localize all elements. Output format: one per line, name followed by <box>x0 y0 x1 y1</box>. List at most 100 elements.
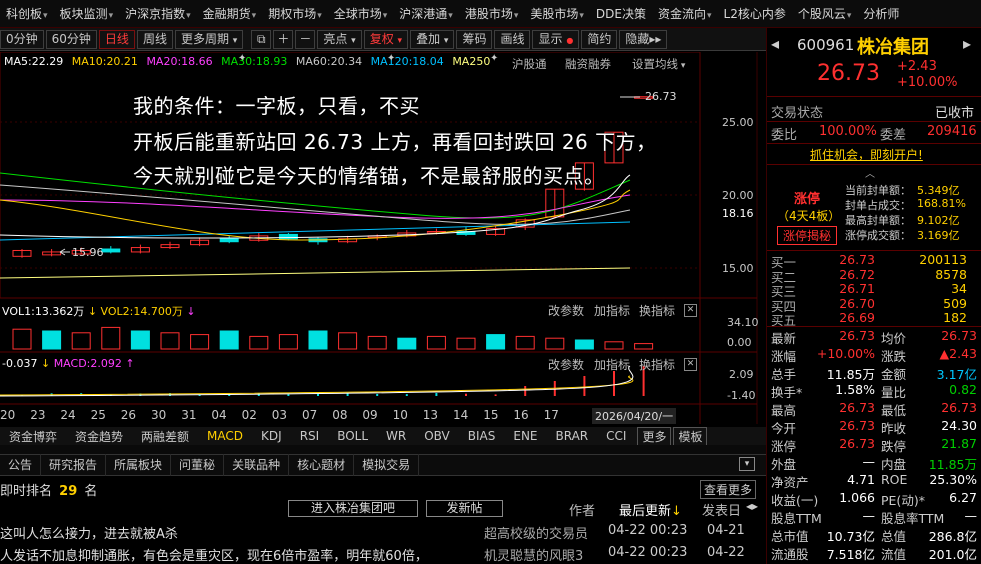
set-ma-label: 设置均线 <box>632 57 678 71</box>
ma20-value: MA20:18.66 <box>146 55 213 68</box>
indicator-tab[interactable]: WR <box>377 429 415 443</box>
limit-up-reveal-button[interactable]: 涨停揭秘 <box>777 226 837 245</box>
open-account-link[interactable]: 抓住机会，即刻开户! <box>810 146 923 163</box>
macd-switch-indicator-button[interactable]: 换指标 <box>639 356 675 373</box>
chevron-down-icon: ▾ <box>43 11 48 21</box>
top-menu-item[interactable]: 沪深京指数▾ <box>119 5 197 22</box>
indicator-tab[interactable]: 资金博弈 <box>0 428 66 445</box>
vol2-value: VOL2:14.700万 <box>100 305 183 318</box>
top-menu-item[interactable]: 美股市场▾ <box>524 5 590 22</box>
more-period-label: 更多周期 <box>180 31 229 46</box>
display-button[interactable]: 显示 ● <box>532 29 580 49</box>
zoom-out-icon[interactable]: － <box>295 29 316 49</box>
close-icon[interactable]: ✕ <box>684 304 697 317</box>
top-menu-item[interactable]: 金融期货▾ <box>197 5 263 22</box>
draw-line-button[interactable]: 画线 <box>494 29 531 49</box>
new-post-button[interactable]: 发新帖 <box>426 500 503 517</box>
zoom-in-icon[interactable]: ＋ <box>273 29 294 49</box>
hgt-link[interactable]: 沪股通 <box>512 56 547 72</box>
vol-add-indicator-button[interactable]: 加指标 <box>594 302 630 319</box>
top-menu-item[interactable]: DDE决策 <box>590 5 652 22</box>
indicator-tab[interactable]: BOLL <box>328 429 377 443</box>
collapse-icon[interactable]: ︿ <box>865 165 875 180</box>
bid-volume: 34 <box>951 281 967 296</box>
set-ma-link[interactable]: 设置均线 ▾ <box>632 56 685 72</box>
top-menu-item[interactable]: 分析师 <box>857 5 905 22</box>
dock-icon[interactable]: ▾ <box>739 457 755 471</box>
indicator-tab[interactable]: ENE <box>504 429 546 443</box>
high-price-mark: 26.73 <box>645 90 677 103</box>
info-tab[interactable]: 问董秘 <box>171 454 225 476</box>
overlay-button[interactable]: 叠加 ▾ <box>410 29 455 49</box>
col-posted[interactable]: 发表日 <box>702 500 741 519</box>
indicator-tab[interactable]: 更多 <box>637 426 672 446</box>
top-menu-item[interactable]: 资金流向▾ <box>652 5 718 22</box>
period-day-button[interactable]: 日线 <box>98 29 135 49</box>
indicator-tab[interactable]: 资金趋势 <box>66 428 132 445</box>
stat-value: 24.30 <box>941 418 977 433</box>
macd-diff-line <box>0 365 634 397</box>
up-arrow-icon: ↑ <box>125 357 135 370</box>
top-menu-item[interactable]: 期权市场▾ <box>262 5 328 22</box>
indicator-tab[interactable]: KDJ <box>252 429 291 443</box>
info-tab[interactable]: 所属板块 <box>106 454 172 476</box>
indicator-tab[interactable]: CCI <box>597 429 635 443</box>
low-price-mark: 15.96 <box>72 246 104 259</box>
info-tab[interactable]: 公告 <box>0 454 42 476</box>
highlight-button[interactable]: 亮点 ▾ <box>317 29 362 49</box>
simple-button[interactable]: 简约 <box>581 29 618 49</box>
top-menu-item[interactable]: 板块监测▾ <box>54 5 120 22</box>
indicator-tab[interactable]: OBV <box>415 429 459 443</box>
vol-param-button[interactable]: 改参数 <box>548 302 584 319</box>
more-period-button[interactable]: 更多周期 ▾ <box>174 29 244 49</box>
vol-switch-indicator-button[interactable]: 换指标 <box>639 302 675 319</box>
col-latest[interactable]: 最后更新↓ <box>619 500 682 519</box>
indicator-tab[interactable]: 模板 <box>673 426 708 446</box>
col-author[interactable]: 作者 <box>569 500 595 519</box>
indicator-tab[interactable]: BRAR <box>547 429 598 443</box>
top-menu-item[interactable]: 沪深港通▾ <box>393 5 459 22</box>
overlay-note-line-1: 我的条件：一字板，只看，不买 <box>133 94 420 118</box>
forum-post-row[interactable]: 人发话不加息抑制通胀，有色会是重灾区，现在6倍市盈率，明年就60倍， 机灵聪慧的风… <box>0 543 766 564</box>
enter-forum-button[interactable]: 进入株冶集团吧 <box>288 500 418 517</box>
volume-bar <box>338 332 358 350</box>
volume-bar <box>634 343 654 350</box>
info-tab[interactable]: 研究报告 <box>41 454 107 476</box>
period-60min-button[interactable]: 60分钟 <box>45 29 97 49</box>
period-30min-button[interactable]: 0分钟 <box>0 29 44 49</box>
period-week-button[interactable]: 周线 <box>136 29 173 49</box>
bid-volume: 182 <box>943 310 967 325</box>
next-stock-icon[interactable]: ▸ <box>963 34 971 53</box>
macd-add-indicator-button[interactable]: 加指标 <box>594 356 630 373</box>
indicator-tab[interactable]: MACD <box>198 429 252 443</box>
y-label-cursor: 18.16 <box>722 207 754 220</box>
indicator-tab[interactable]: RSI <box>291 429 329 443</box>
view-more-button[interactable]: 查看更多 <box>700 480 757 499</box>
close-icon[interactable]: ✕ <box>684 358 697 371</box>
top-menu-item[interactable]: 港股市场▾ <box>459 5 525 22</box>
adjust-button[interactable]: 复权 ▾ <box>363 29 409 49</box>
info-tab[interactable]: 核心题材 <box>289 454 355 476</box>
info-tab[interactable]: 关联品种 <box>224 454 290 476</box>
indicator-tab[interactable]: BIAS <box>459 429 505 443</box>
chips-button[interactable]: 筹码 <box>456 29 493 49</box>
top-menu-item[interactable]: 全球市场▾ <box>328 5 394 22</box>
top-menu-item[interactable]: 科创板▾ <box>0 5 54 22</box>
hide-button[interactable]: 隐藏▸▸ <box>619 29 668 49</box>
forum-post-row[interactable]: 这叫人怎么接力，进去就被A杀 超高校级的交易员 04-22 00:23 04-21 <box>0 521 766 542</box>
top-menu-item[interactable]: L2核心内参 <box>718 5 792 22</box>
top-menu-item[interactable]: 个股风云▾ <box>792 5 858 22</box>
page-nav-icon[interactable]: ◂▸ <box>746 499 758 513</box>
rzrq-link[interactable]: 融资融券 <box>565 56 611 72</box>
macd-param-button[interactable]: 改参数 <box>548 356 584 373</box>
window-icon[interactable]: ⧉ <box>251 29 272 49</box>
top-menu-label: L2核心内参 <box>723 7 786 21</box>
info-tab[interactable]: 模拟交易 <box>354 454 420 476</box>
price-change: +2.43 <box>897 59 937 74</box>
chevron-down-icon: ▾ <box>846 11 852 21</box>
bid-price: 26.71 <box>839 281 875 296</box>
indicator-tab[interactable]: 两融差额 <box>132 428 198 445</box>
prev-stock-icon[interactable]: ◂ <box>771 34 779 53</box>
volume-bar <box>219 330 239 350</box>
chevron-down-icon: ▾ <box>186 11 191 21</box>
